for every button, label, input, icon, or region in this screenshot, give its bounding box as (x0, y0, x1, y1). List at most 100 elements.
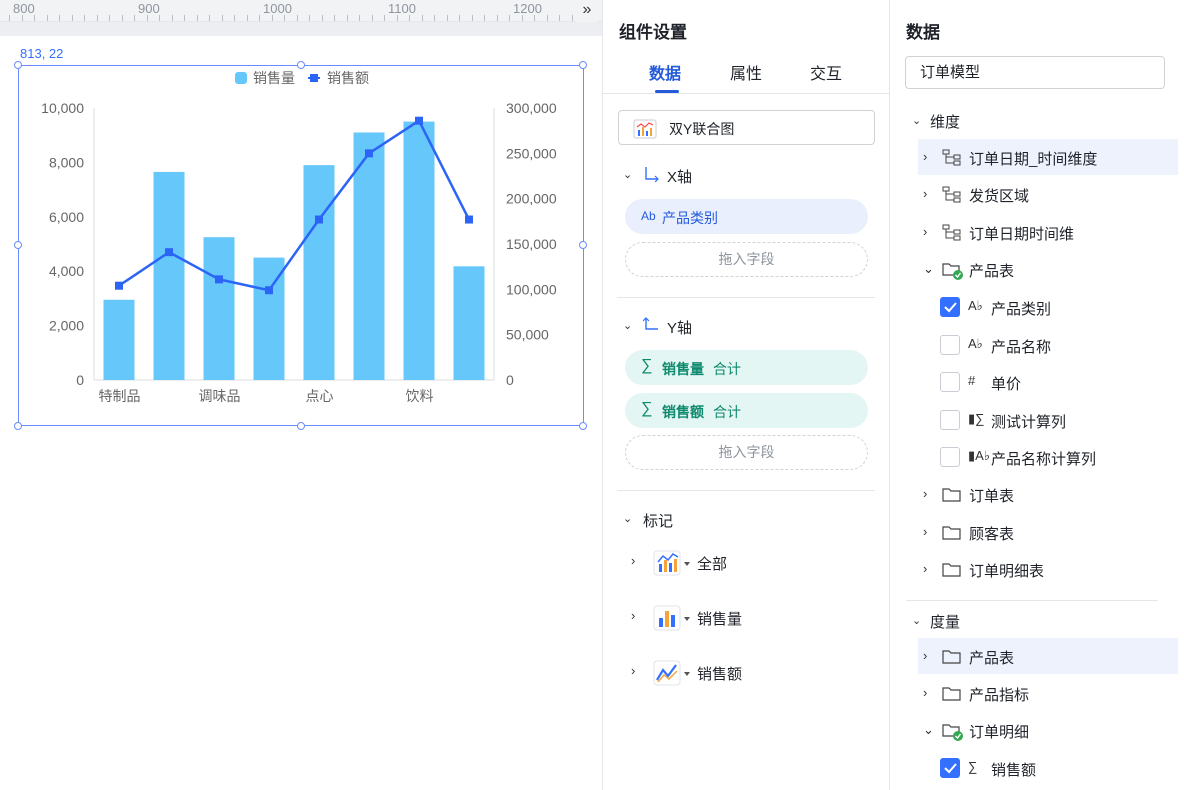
tree-item-label: 产品名称计算列 (991, 451, 1097, 468)
field-item[interactable]: A♭ 产品类别 (918, 289, 1178, 325)
chart-type-label: 双Y联合图 (669, 121, 735, 137)
chevron-down-icon: ⌄ (912, 615, 922, 627)
field-item[interactable]: ▮A♭ 产品名称计算列 (918, 439, 1178, 475)
tree-item-label: 订单明细 (969, 724, 1030, 741)
y-axis-field-pill[interactable]: ∑ 销售量 合计 (625, 350, 868, 385)
chevron-right-icon: › (631, 553, 636, 568)
dual-y-combo-chart[interactable]: 销售量 销售额 10,000 8,000 6,000 4,000 2,000 0 300,… (0, 0, 602, 460)
x-axis-field-pill[interactable]: Ab 产品类别 (625, 199, 868, 234)
chevron-right-icon: › (923, 224, 928, 239)
tree-item-product-table[interactable]: ⌄ 产品表 (918, 251, 1178, 287)
line-point (415, 116, 423, 125)
bar (303, 165, 335, 380)
mark-item-sales-amount[interactable]: › 销售额 (631, 658, 861, 688)
bar (203, 237, 235, 380)
field-item[interactable]: ▮∑ 测试计算列 (918, 402, 1178, 438)
field-checkbox[interactable] (940, 372, 960, 392)
tree-item-label: 测试计算列 (991, 413, 1067, 431)
tree-item-order-detail[interactable]: ⌄ 订单明细 (918, 712, 1178, 748)
chart-type-selector[interactable]: 双Y联合图 (618, 110, 875, 145)
measure-field-item[interactable]: ∑ 销售额 (918, 750, 1178, 786)
folder-icon (942, 563, 961, 577)
field-checkbox[interactable] (940, 297, 960, 317)
chart-legend[interactable]: 销售量 销售额 (235, 70, 369, 86)
hierarchy-icon (942, 224, 961, 241)
field-checkbox[interactable] (940, 409, 960, 430)
folder-icon (942, 687, 961, 701)
component-settings-panel: 组件设置 数据 属性 交互 双Y联合图 ⌄ X轴 Ab 产品类别 拖入字段 ⌄ … (602, 0, 890, 790)
left-axis-tick-label: 8,000 (49, 154, 84, 170)
legend-marker (310, 74, 318, 82)
line-point (165, 248, 173, 257)
folder-icon (942, 488, 961, 502)
folder-check-icon (942, 724, 963, 741)
tree-item-folder[interactable]: › 订单明细表 (918, 551, 1178, 587)
x-axis-drop-zone[interactable]: 拖入字段 (625, 242, 868, 277)
divider (603, 93, 889, 94)
x-axis-tick-label: 点心 (306, 388, 334, 404)
y-axis-drop-zone[interactable]: 拖入字段 (625, 435, 868, 470)
divider (906, 600, 1158, 601)
bar (153, 171, 185, 380)
y-field-aggregation: 合计 (713, 361, 741, 377)
tab-data[interactable]: 数据 (649, 60, 681, 84)
x-axis-tick-label: 饮料 (406, 388, 434, 404)
x-axis-ticks: 特制品 调味品 点心 饮料 (99, 388, 434, 404)
right-axis-tick-label: 150,000 (506, 236, 557, 252)
dimension-section-label: 维度 (930, 114, 961, 131)
bar-mark-icon (653, 605, 690, 631)
data-model-selector[interactable]: 订单模型 (905, 56, 1165, 89)
tab-interaction[interactable]: 交互 (810, 60, 842, 84)
marks-section-toggle[interactable]: ⌄ (623, 509, 632, 526)
number-field-icon: # (968, 373, 976, 388)
combo-mark-icon (653, 550, 690, 576)
line-point (365, 149, 373, 158)
tree-item-ship-region[interactable]: › 发货区域 (918, 176, 1178, 212)
tree-item-order-date-dim[interactable]: › 订单日期_时间维度 (918, 139, 1178, 175)
mark-item-label: 全部 (697, 556, 728, 573)
tree-item-label: 顾客表 (969, 525, 1015, 543)
tree-item-measure-product-table[interactable]: › 产品表 (918, 638, 1178, 674)
tree-item-order-date-time[interactable]: › 订单日期时间维 (918, 214, 1178, 250)
field-item[interactable]: A♭ 产品名称 (918, 327, 1178, 363)
hierarchy-icon (942, 149, 961, 166)
y-axis-field-pill[interactable]: ∑ 销售额 合计 (625, 393, 868, 428)
mark-item-sales-volume[interactable]: › 销售量 (631, 603, 861, 633)
y-field-aggregation: 合计 (713, 404, 741, 420)
field-checkbox[interactable] (940, 334, 960, 355)
right-axis-tick-label: 50,000 (506, 327, 549, 343)
mark-item-all[interactable]: › 全部 (631, 548, 861, 578)
field-checkbox[interactable] (940, 447, 960, 467)
line-point (265, 286, 273, 295)
x-axis-tick-label: 特制品 (99, 388, 141, 404)
tree-item-folder[interactable]: › 订单表 (918, 476, 1178, 512)
right-axis-tick-label: 250,000 (506, 145, 557, 161)
left-axis-tick-label: 6,000 (49, 209, 84, 225)
dimension-section-toggle[interactable]: ⌄ (912, 111, 921, 128)
measure-section-toggle[interactable]: ⌄ (912, 611, 921, 628)
bar (453, 266, 485, 380)
right-axis-tick-label: 300,000 (506, 100, 557, 116)
tree-item-label: 单价 (991, 376, 1022, 393)
y-axis-icon (643, 317, 658, 330)
chevron-down-icon: ⌄ (923, 261, 934, 276)
y-axis-section-toggle[interactable]: ⌄ (623, 316, 632, 333)
tree-item-label: 订单表 (969, 488, 1015, 505)
sigma-icon: ∑ (641, 357, 653, 374)
right-axis-ticks: 300,000 250,000 200,000 150,000 100,000 50,00… (506, 100, 557, 388)
calculated-field-icon: ▮∑ (968, 410, 985, 426)
tree-item-label: 订单日期时间维 (969, 226, 1075, 243)
tree-item-product-metrics[interactable]: › 产品指标 (918, 675, 1178, 711)
tab-properties[interactable]: 属性 (730, 60, 762, 84)
field-item[interactable]: # 单价 (918, 364, 1178, 400)
right-axis-tick-label: 0 (506, 372, 514, 388)
legend-label: 销售额 (327, 70, 369, 86)
field-checkbox[interactable] (940, 758, 960, 778)
design-canvas[interactable]: 800 900 1000 1100 1200 » 813, 22 销售量 销售额… (0, 0, 602, 790)
line-point (465, 215, 473, 224)
bar-series (103, 121, 485, 380)
tree-item-folder[interactable]: › 顾客表 (918, 514, 1178, 550)
x-axis-icon (645, 167, 659, 182)
chevron-right-icon: › (631, 663, 636, 678)
x-axis-section-toggle[interactable]: ⌄ (623, 165, 632, 182)
